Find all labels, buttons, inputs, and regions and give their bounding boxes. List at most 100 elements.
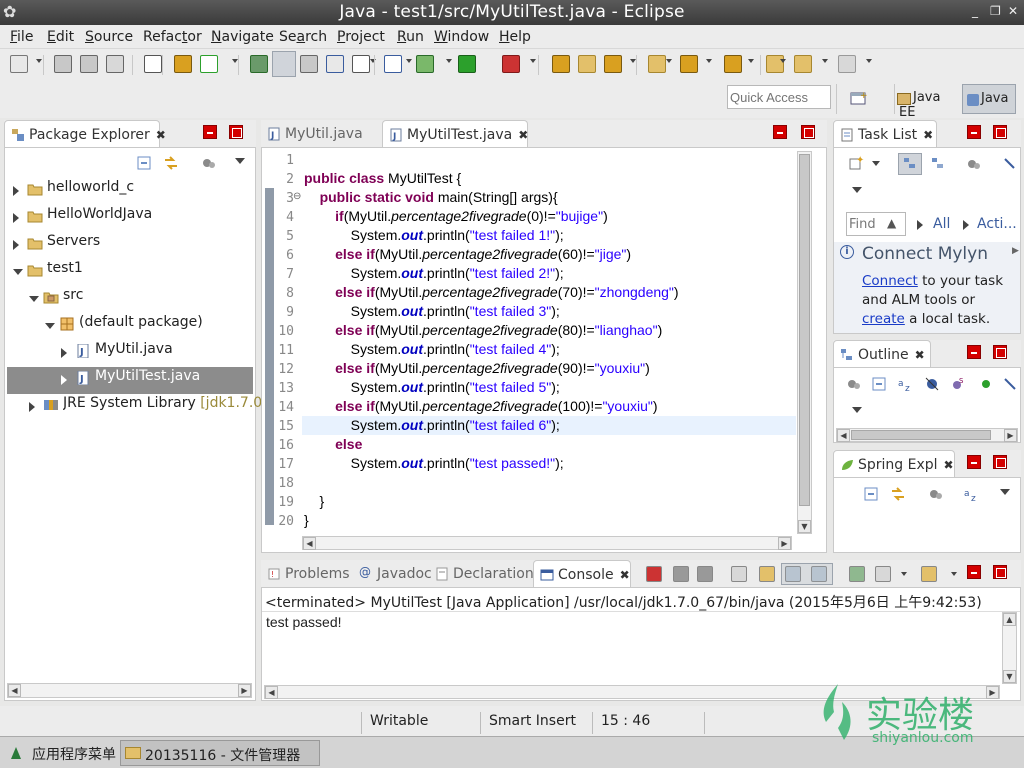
next-annotation-icon[interactable]	[680, 55, 698, 73]
new-java-project-icon[interactable]	[174, 55, 192, 73]
minimize-view-button[interactable]	[967, 345, 981, 359]
maximize-view-button[interactable]	[993, 345, 1007, 359]
search-icon[interactable]	[604, 55, 622, 73]
arrow-icon[interactable]	[1002, 156, 1018, 172]
close-icon[interactable]: ✖	[923, 128, 933, 142]
tree-item-helloworldjava[interactable]: HelloWorldJava	[47, 206, 152, 222]
forward-icon[interactable]	[838, 55, 856, 73]
scroll-left-icon[interactable]: ◀	[265, 686, 278, 699]
connect-link[interactable]: Connect	[862, 273, 918, 289]
toggle-highlight[interactable]	[272, 51, 296, 77]
collapse-all-icon[interactable]	[872, 376, 888, 392]
view-menu-icon[interactable]	[846, 376, 862, 392]
save-all-icon[interactable]	[80, 55, 98, 73]
editor-horizontal-scrollbar[interactable]: ◀ ▶	[302, 536, 792, 550]
tab-console[interactable]: Console ✖	[533, 560, 631, 588]
remove-launch-icon[interactable]	[673, 566, 689, 582]
display-console-icon[interactable]	[875, 566, 891, 582]
sort-icon[interactable]: az	[964, 486, 980, 502]
hide-local-types-icon[interactable]	[1002, 376, 1018, 392]
chevron-down-icon[interactable]	[666, 59, 672, 63]
refresh-icon[interactable]	[200, 55, 218, 73]
open-folder-icon[interactable]	[578, 55, 596, 73]
menu-window[interactable]: Window	[434, 29, 489, 45]
expand-icon[interactable]	[61, 348, 67, 358]
menu-navigate[interactable]: Navigate	[211, 29, 274, 45]
clear-console-icon[interactable]	[731, 566, 747, 582]
scheduled-icon[interactable]	[930, 156, 946, 172]
new-task-icon[interactable]: ✦	[848, 155, 864, 171]
chevron-down-icon[interactable]	[866, 59, 872, 63]
menu-file[interactable]: File	[10, 29, 33, 45]
sort-icon[interactable]: az	[898, 376, 914, 392]
collapse-all-icon[interactable]	[137, 155, 153, 171]
chevron-down-icon[interactable]	[822, 59, 828, 63]
last-edit-icon[interactable]	[766, 55, 784, 73]
hide-fields-icon[interactable]	[924, 376, 940, 392]
tab-declaration[interactable]: Declaration	[429, 560, 534, 588]
scroll-right-icon[interactable]: ▶	[1004, 429, 1017, 442]
back-icon[interactable]	[794, 55, 812, 73]
close-button[interactable]: ✕	[1008, 4, 1018, 18]
remove-all-icon[interactable]	[697, 566, 713, 582]
tree-item-myutiltest-java[interactable]: MyUtilTest.java	[95, 368, 200, 384]
binary-icon[interactable]	[144, 55, 162, 73]
tree-item-myutil-java[interactable]: MyUtil.java	[95, 341, 173, 357]
collapse-all-icon[interactable]	[864, 486, 880, 502]
chevron-right-icon[interactable]: ▶	[1012, 246, 1019, 256]
new-console-icon[interactable]	[921, 566, 937, 582]
maximize-editor-button[interactable]	[801, 125, 815, 139]
applications-menu-button[interactable]: 应用程序菜单	[4, 740, 118, 766]
menu-project[interactable]: Project	[337, 29, 385, 45]
open-perspective-button[interactable]: +	[846, 84, 876, 114]
tree-item-jre-system-library[interactable]: JRE System Library [jdk1.7.0_67	[63, 395, 268, 411]
show-whitespace-icon[interactable]	[352, 55, 370, 73]
create-link[interactable]: create	[862, 311, 905, 327]
scroll-up-icon[interactable]: ▲	[1003, 613, 1016, 626]
print-icon[interactable]	[106, 55, 124, 73]
chevron-down-icon[interactable]	[446, 59, 452, 63]
prev-annotation-icon[interactable]	[724, 55, 742, 73]
minimize-view-button[interactable]	[967, 565, 981, 579]
perspective-java-ee[interactable]: Java EE	[894, 84, 962, 120]
console-vertical-scrollbar[interactable]: ▲ ▼	[1002, 612, 1017, 684]
view-menu-icon[interactable]	[201, 155, 217, 171]
link-with-editor-icon[interactable]	[163, 155, 179, 171]
quick-access-input[interactable]	[727, 85, 831, 109]
outline-horizontal-scrollbar[interactable]: ◀ ▶	[836, 428, 1018, 442]
view-menu-icon[interactable]	[928, 486, 944, 502]
minimize-view-button[interactable]	[967, 125, 981, 139]
restore-button[interactable]: ❐	[990, 4, 1001, 18]
close-icon[interactable]: ✖	[915, 348, 925, 362]
filter-icon[interactable]	[966, 156, 982, 172]
horizontal-scrollbar[interactable]: ◀ ▶	[7, 683, 252, 698]
chevron-down-icon[interactable]	[951, 572, 957, 576]
toggle-breakpoint-icon[interactable]	[250, 55, 268, 73]
clear-icon[interactable]: ▲	[887, 216, 896, 230]
tab-problems[interactable]: ! Problems	[261, 560, 353, 588]
maximize-view-button[interactable]	[993, 125, 1007, 139]
expand-icon[interactable]	[13, 213, 19, 223]
tasks-icon[interactable]	[300, 55, 318, 73]
tab-javadoc[interactable]: @ Javadoc	[353, 560, 432, 588]
scroll-right-icon[interactable]: ▶	[238, 684, 251, 697]
expand-icon[interactable]	[13, 240, 19, 250]
chevron-down-icon[interactable]	[530, 59, 536, 63]
taskbar-file-manager[interactable]: 20135116 - 文件管理器	[120, 740, 320, 766]
close-icon[interactable]: ✖	[944, 458, 954, 472]
scroll-left-icon[interactable]: ◀	[8, 684, 21, 697]
open-type-icon[interactable]	[552, 55, 570, 73]
tab-myutiltest-java[interactable]: J MyUtilTest.java ✖	[382, 120, 528, 148]
block-selection-icon[interactable]	[326, 55, 344, 73]
menu-edit[interactable]: Edit	[47, 29, 74, 45]
tree-item-servers[interactable]: Servers	[47, 233, 100, 249]
close-icon[interactable]: ✖	[156, 128, 166, 142]
run-config-icon[interactable]	[502, 55, 520, 73]
tab-outline[interactable]: Outline ✖	[833, 340, 931, 368]
debug-icon[interactable]	[416, 55, 434, 73]
link-with-editor-icon[interactable]	[890, 486, 906, 502]
close-icon[interactable]: ✖	[518, 128, 528, 142]
chevron-down-icon[interactable]	[852, 407, 862, 413]
vertical-scrollbar[interactable]: ▼	[797, 151, 812, 534]
close-icon[interactable]: ✖	[620, 568, 630, 582]
